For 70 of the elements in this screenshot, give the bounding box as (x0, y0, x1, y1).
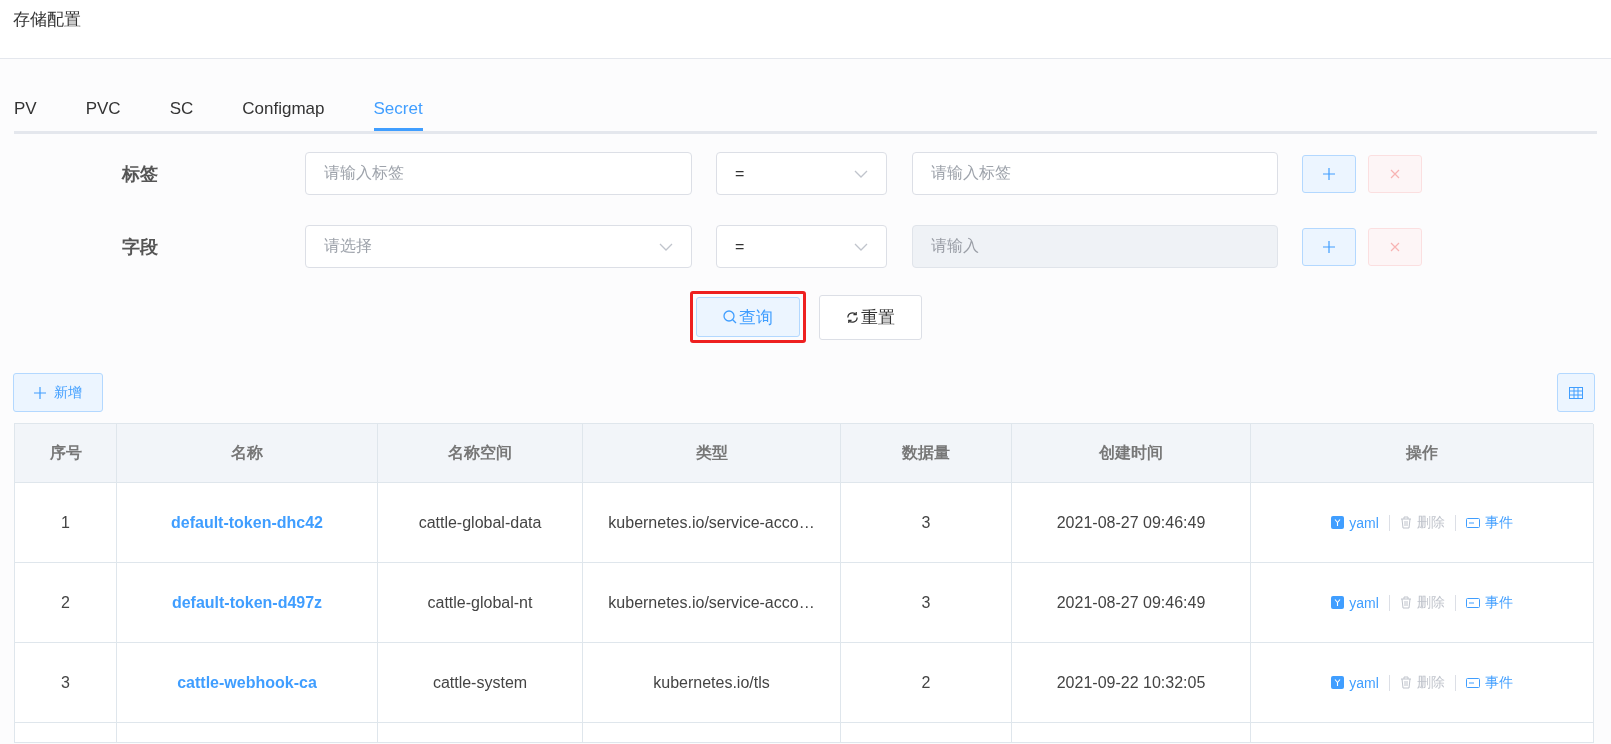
column-header: 名称 (117, 424, 378, 483)
reset-button[interactable]: 重置 (818, 294, 922, 340)
chevron-down-icon (854, 169, 868, 178)
refresh-icon (845, 310, 859, 324)
add-button[interactable]: 新增 (13, 373, 103, 412)
query-button[interactable]: 查询 (695, 297, 800, 337)
close-icon (1390, 241, 1400, 252)
index-cell: 2 (61, 593, 70, 612)
events-link[interactable]: 事件 (1465, 673, 1513, 692)
yaml-link[interactable]: yaml (1331, 674, 1379, 691)
chevron-down-icon (659, 242, 673, 251)
column-header: 数据量 (841, 424, 1012, 483)
tab[interactable]: Configmap (242, 91, 325, 131)
namespace-cell: cattle-system (432, 673, 528, 692)
count-cell: 3 (921, 513, 931, 532)
message-card-icon (1465, 676, 1480, 689)
operator-select[interactable]: = (716, 225, 887, 268)
type-cell: kubernetes.io/tls (653, 673, 770, 692)
yaml-link[interactable]: yaml (1331, 594, 1379, 611)
created-cell: 2021-08-27 09:46:49 (1056, 513, 1206, 532)
events-link[interactable]: 事件 (1465, 513, 1513, 532)
name-link[interactable]: default-token-d497z (171, 593, 323, 612)
tab[interactable]: PV (14, 91, 37, 131)
events-link[interactable]: 事件 (1465, 593, 1513, 612)
column-header: 类型 (583, 424, 841, 483)
yaml-badge-icon (1331, 596, 1345, 609)
column-header: 序号 (15, 424, 117, 483)
namespace-cell: cattle-global-nt (427, 593, 533, 612)
add-condition-button[interactable] (1302, 154, 1356, 193)
value-input-field[interactable]: 请输入标签 (912, 152, 1278, 195)
column-header: 操作 (1251, 424, 1594, 483)
yaml-badge-icon (1331, 676, 1345, 689)
trash-icon (1399, 596, 1412, 609)
trash-icon (1399, 516, 1412, 529)
chevron-down-icon (854, 242, 868, 251)
key-select-field[interactable]: 请选择 (305, 225, 692, 268)
tab[interactable]: PVC (85, 91, 121, 131)
yaml-badge-icon (1331, 516, 1345, 529)
column-header: 名称空间 (378, 424, 583, 483)
column-settings-button[interactable] (1557, 373, 1595, 412)
created-cell: 2021-09-22 10:32:05 (1056, 673, 1206, 692)
yaml-link[interactable]: yaml (1331, 514, 1379, 531)
page-title: 存储配置 (13, 10, 81, 29)
operator-select[interactable]: = (716, 152, 887, 195)
tab[interactable]: Secret (373, 91, 423, 131)
plus-icon (1323, 167, 1335, 180)
filter-label: 标签 (122, 162, 159, 186)
key-input-field[interactable]: 请输入标签 (305, 152, 692, 195)
column-header: 创建时间 (1012, 424, 1251, 483)
type-cell: kubernetes.io/service-acco… (608, 513, 815, 532)
search-icon (722, 310, 737, 324)
type-cell: kubernetes.io/service-acco… (608, 593, 815, 612)
plus-icon (34, 386, 46, 399)
message-card-icon (1465, 596, 1480, 609)
message-card-icon (1465, 516, 1480, 529)
created-cell: 2021-08-27 09:46:49 (1056, 593, 1206, 612)
index-cell: 1 (61, 513, 70, 532)
index-cell: 3 (61, 673, 70, 692)
tab[interactable]: SC (169, 91, 194, 131)
close-icon (1390, 168, 1400, 179)
namespace-cell: cattle-global-data (418, 513, 542, 532)
add-condition-button[interactable] (1302, 227, 1356, 266)
count-cell: 2 (921, 673, 931, 692)
plus-icon (1323, 240, 1335, 253)
count-cell: 3 (921, 593, 931, 612)
filter-label: 字段 (122, 235, 159, 259)
name-link[interactable]: default-token-dhc42 (171, 513, 323, 532)
table-icon (1569, 386, 1583, 399)
trash-icon (1399, 676, 1412, 689)
name-link[interactable]: cattle-webhook-ca (177, 673, 317, 692)
